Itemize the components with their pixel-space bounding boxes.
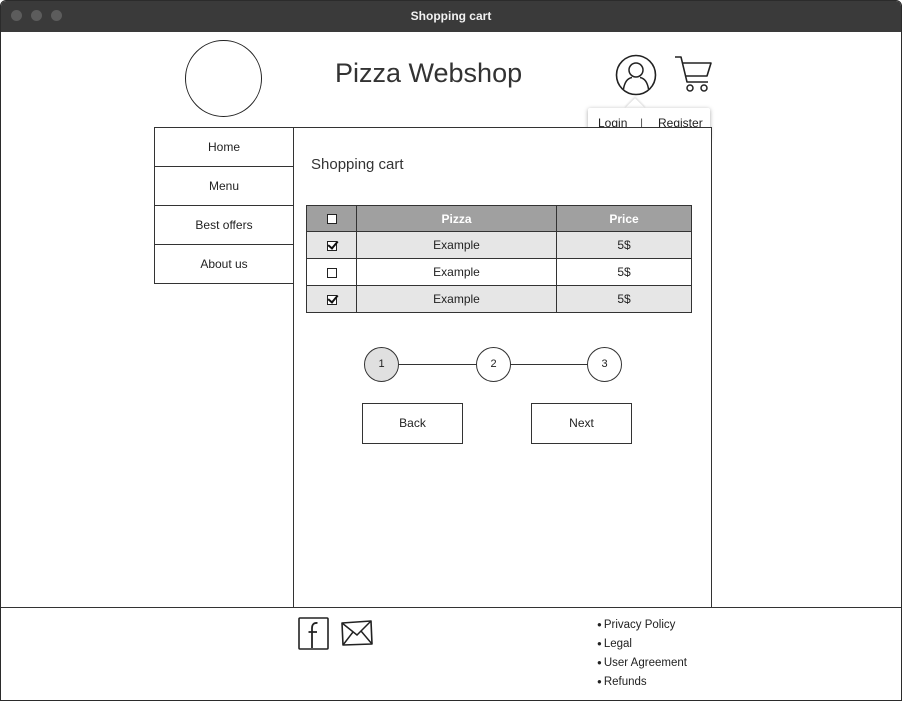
row-checkbox[interactable]	[326, 294, 337, 305]
step-2[interactable]: 2	[476, 347, 511, 382]
row-checkbox[interactable]	[326, 240, 337, 251]
site-title: Pizza Webshop	[335, 58, 523, 88]
select-all-header	[306, 205, 357, 232]
select-all-checkbox[interactable]	[326, 214, 337, 225]
sidebar-item-best-offers[interactable]: Best offers	[154, 205, 294, 245]
pizza-cell: Example	[356, 231, 557, 259]
page-title: Shopping cart	[311, 156, 404, 173]
row-select-cell	[306, 231, 357, 259]
sidebar-item-about-us[interactable]: About us	[154, 244, 294, 284]
row-select-cell	[306, 285, 357, 313]
table-header-row: Pizza Price	[306, 205, 692, 232]
mail-icon[interactable]	[340, 619, 374, 647]
next-button[interactable]: Next	[531, 403, 632, 444]
price-column-header: Price	[556, 205, 692, 232]
footer-links: Privacy Policy Legal User Agreement Refu…	[597, 618, 687, 694]
pizza-column-header: Pizza	[356, 205, 557, 232]
cart-table: Pizza Price Example 5$ Example 5$ Exampl…	[306, 205, 692, 313]
footer-link-legal[interactable]: Legal	[597, 637, 687, 656]
footer-link-user-agreement[interactable]: User Agreement	[597, 656, 687, 675]
table-row[interactable]: Example 5$	[306, 258, 692, 286]
logo-placeholder[interactable]	[185, 40, 262, 117]
footer-link-refunds[interactable]: Refunds	[597, 675, 687, 694]
price-cell: 5$	[556, 231, 692, 259]
window-title: Shopping cart	[410, 9, 492, 23]
stepper-connector	[399, 364, 477, 365]
row-select-cell	[306, 258, 357, 286]
pizza-cell: Example	[356, 258, 557, 286]
main-content: Shopping cart Pizza Price Example 5$ Exa…	[293, 127, 712, 608]
facebook-icon[interactable]	[298, 617, 329, 650]
price-cell: 5$	[556, 285, 692, 313]
sidebar-nav: Home Menu Best offers About us	[154, 127, 294, 284]
step-3[interactable]: 3	[587, 347, 622, 382]
price-cell: 5$	[556, 258, 692, 286]
cart-icon[interactable]	[672, 53, 714, 95]
step-1[interactable]: 1	[364, 347, 399, 382]
row-checkbox[interactable]	[326, 267, 337, 278]
title-bar: Shopping cart	[1, 1, 901, 32]
footer-link-privacy-policy[interactable]: Privacy Policy	[597, 618, 687, 637]
browser-window: Shopping cart Pizza Webshop Login | Regi…	[0, 0, 902, 701]
footer: Privacy Policy Legal User Agreement Refu…	[1, 607, 901, 700]
user-icon[interactable]	[615, 54, 657, 96]
sidebar-item-menu[interactable]: Menu	[154, 166, 294, 206]
stepper-connector	[510, 364, 588, 365]
pizza-cell: Example	[356, 285, 557, 313]
sidebar-item-home[interactable]: Home	[154, 127, 294, 167]
back-button[interactable]: Back	[362, 403, 463, 444]
table-row[interactable]: Example 5$	[306, 285, 692, 313]
table-row[interactable]: Example 5$	[306, 231, 692, 259]
